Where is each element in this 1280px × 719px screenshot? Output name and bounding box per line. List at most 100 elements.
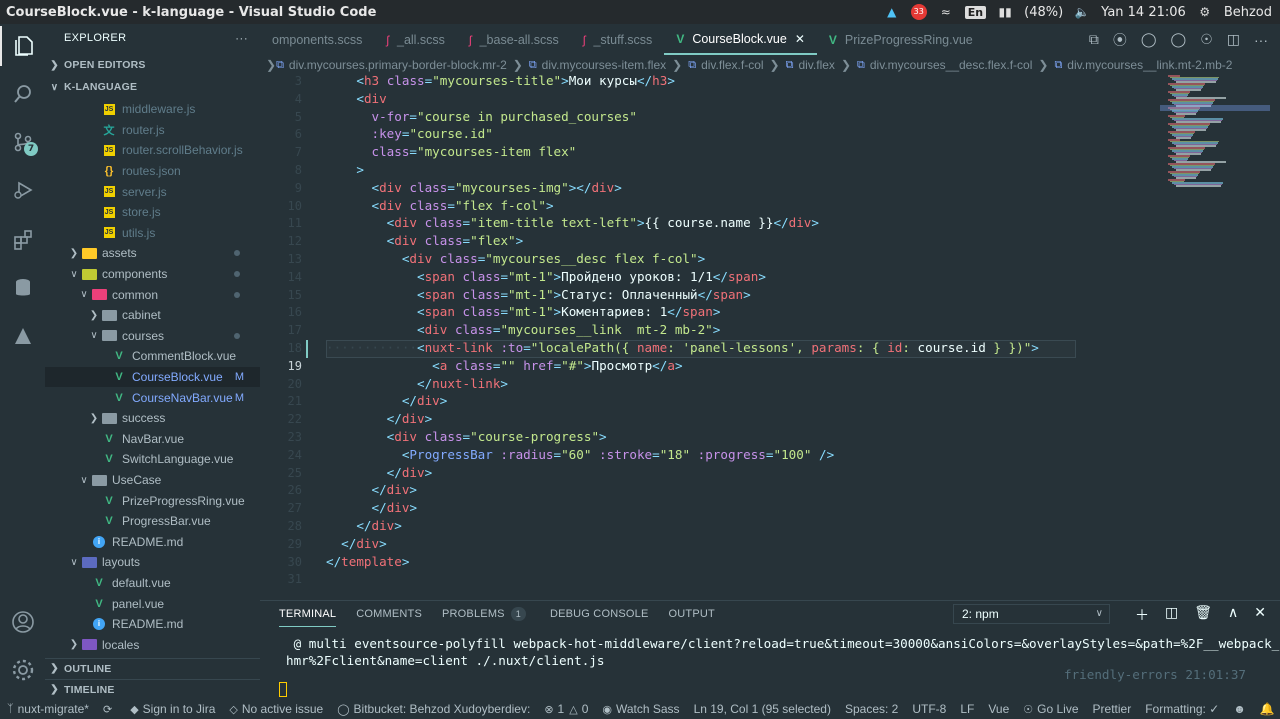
user-name[interactable]: Behzod (1224, 5, 1272, 20)
tree-file[interactable]: JS utils.js (45, 223, 260, 244)
code-editor[interactable]: 3 <h3 class="mycourses-title">Мои курсы<… (260, 73, 1160, 598)
cursor-position[interactable]: Ln 19, Col 1 (95 selected) (687, 699, 838, 719)
run-debug-icon[interactable] (0, 170, 45, 210)
search-icon[interactable] (0, 74, 45, 114)
indentation[interactable]: Spaces: 2 (838, 699, 905, 719)
encoding[interactable]: UTF-8 (905, 699, 953, 719)
source-control-icon[interactable]: 7 (0, 122, 45, 162)
language-mode[interactable]: Vue (981, 699, 1016, 719)
tab-terminal[interactable]: TERMINAL (279, 601, 337, 627)
volume-icon[interactable]: 🔈 (1073, 4, 1091, 20)
live-share-icon[interactable]: ⦿ (1113, 30, 1127, 50)
tree-file[interactable]: V SwitchLanguage.vue (45, 449, 260, 470)
tab-output[interactable]: OUTPUT (669, 601, 715, 627)
gear-icon[interactable]: ⚙ (1196, 4, 1214, 20)
more-icon[interactable]: ··· (1254, 32, 1268, 48)
minimap[interactable] (1160, 75, 1270, 600)
feedback-icon[interactable]: ☻ (1226, 699, 1253, 719)
tree-file[interactable]: Vdefault.vue (45, 573, 260, 594)
settings-gear-icon[interactable] (0, 650, 45, 690)
tree-file[interactable]: V CourseNavBar.vue M (45, 387, 260, 408)
keyboard-language[interactable]: En (964, 5, 987, 19)
explorer-icon[interactable] (0, 26, 45, 66)
notification-icon[interactable]: 33 (910, 4, 927, 20)
outline-section[interactable]: ❯ OUTLINE (45, 658, 260, 678)
extensions-icon[interactable] (0, 220, 45, 260)
clock[interactable]: Yan 14 21:06 (1101, 5, 1186, 20)
sync-button[interactable]: ⟳ (96, 699, 123, 719)
editor-tab[interactable]: ʃ _base-all.scss (457, 24, 571, 55)
tree-file[interactable]: V ProgressBar.vue (45, 511, 260, 532)
terminal-select[interactable]: 2: npm ∨ (953, 604, 1110, 624)
editor-tab[interactable]: ʃ _stuff.scss (571, 24, 665, 55)
next-change-icon[interactable]: ◯ (1171, 31, 1187, 48)
editor-tab[interactable]: ʃ _all.scss (374, 24, 457, 55)
branch-status[interactable]: ᛉ nuxt-migrate* (0, 699, 96, 719)
git-lens-icon[interactable]: ☉ (1200, 31, 1213, 48)
prettier-status[interactable]: Prettier (1086, 699, 1139, 719)
problems-status[interactable]: ⊗ 1 △ 0 (537, 699, 595, 719)
line-ending[interactable]: LF (953, 699, 981, 719)
bitbucket-status[interactable]: ◯ Bitbucket: Behzod Xudoyberdiev: (330, 699, 537, 719)
tree-file[interactable]: Vpanel.vue (45, 593, 260, 614)
project-section[interactable]: ∨ K-LANGUAGE (45, 77, 260, 97)
editor-tab[interactable]: omponents.scss (260, 24, 374, 55)
breadcrumb-item[interactable]: ⧉ div.mycourses.primary-border-block.mr-2… (276, 58, 529, 72)
tree-file[interactable]: V CourseBlock.vue M (45, 366, 260, 388)
tree-file[interactable]: JS store.js (45, 202, 260, 223)
tree-folder[interactable]: ∨ UseCase (45, 470, 260, 491)
tree-file[interactable]: JS server.js (45, 181, 260, 202)
database-icon[interactable] (0, 268, 45, 308)
tree-folder[interactable]: ❯ assets (45, 243, 260, 264)
network-activity-icon[interactable]: ▲ (883, 4, 901, 20)
wifi-icon[interactable]: ≈ (937, 4, 955, 20)
open-editors-section[interactable]: ❯ OPEN EDITORS (45, 55, 260, 75)
tab-problems[interactable]: PROBLEMS 1 (442, 601, 526, 627)
formatting-status[interactable]: Formatting: ✓ (1138, 699, 1226, 719)
issue-status[interactable]: ◇ No active issue (222, 699, 330, 719)
editor-tab[interactable]: V PrizeProgressRing.vue (817, 24, 985, 55)
breadcrumb-item[interactable]: ⧉ div.flex.f-col ❯ (688, 58, 785, 72)
tree-folder[interactable]: ∨ components (45, 264, 260, 285)
tree-file[interactable]: ⽂ router.js (45, 120, 260, 141)
timeline-section[interactable]: ❯ TIMELINE (45, 679, 260, 699)
battery-icon[interactable]: ▮▮ (996, 4, 1014, 20)
tree-folder[interactable]: ❯ locales (45, 635, 260, 656)
tab-comments[interactable]: COMMENTS (356, 601, 422, 627)
tree-folder[interactable]: ∨ layouts (45, 552, 260, 573)
split-terminal-icon[interactable]: ◫ (1165, 605, 1178, 625)
trash-icon[interactable]: 🗑 (1194, 605, 1212, 625)
terminal-output[interactable]: @ multi eventsource-polyfill webpack-hot… (286, 635, 1279, 669)
breadcrumb-item[interactable]: ⧉ div.flex ❯ (786, 58, 857, 72)
jira-status[interactable]: ◆ Sign in to Jira (123, 699, 222, 719)
tree-folder[interactable]: ❯ cabinet (45, 305, 260, 326)
tree-file[interactable]: i README.md (45, 532, 260, 553)
close-icon[interactable]: ✕ (795, 32, 805, 46)
tree-folder[interactable]: ❯ success (45, 408, 260, 429)
breadcrumb-item[interactable]: ⧉ div.mycourses-item.flex ❯ (529, 58, 688, 72)
editor-tab[interactable]: V CourseBlock.vue ✕ (664, 24, 817, 55)
more-actions-icon[interactable]: ··· (235, 31, 248, 45)
tree-file[interactable]: JS middleware.js (45, 99, 260, 120)
go-live-status[interactable]: ☉ Go Live (1016, 699, 1085, 719)
tree-folder[interactable]: ∨ common (45, 284, 260, 305)
breadcrumb-item[interactable]: ⧉ div.mycourses__desc.flex.f-col ❯ (857, 58, 1054, 72)
compare-icon[interactable]: ⧉ (1089, 31, 1099, 48)
tree-file[interactable]: V NavBar.vue (45, 429, 260, 450)
minimap-viewport[interactable] (1160, 105, 1270, 111)
new-terminal-icon[interactable]: ＋ (1135, 605, 1149, 625)
watch-sass-status[interactable]: ◉ Watch Sass (595, 699, 686, 719)
tree-file[interactable]: {} routes.json (45, 161, 260, 182)
breadcrumb-item[interactable]: ⧉ div.mycourses__link.mt-2.mb-2 (1054, 58, 1232, 72)
tree-file[interactable]: JS router.scrollBehavior.js (45, 140, 260, 161)
deploy-icon[interactable] (0, 316, 45, 356)
tab-debug-console[interactable]: DEBUG CONSOLE (550, 601, 649, 627)
split-editor-icon[interactable]: ◫ (1227, 31, 1240, 48)
tree-file[interactable]: i README.md (45, 614, 260, 635)
previous-change-icon[interactable]: ◯ (1141, 31, 1157, 48)
tree-folder[interactable]: ∨ courses (45, 326, 260, 347)
bell-icon[interactable]: 🔔 (1253, 699, 1280, 719)
close-panel-icon[interactable]: ✕ (1254, 605, 1266, 625)
maximize-panel-icon[interactable]: ∧ (1228, 605, 1238, 625)
tree-file[interactable]: V CommentBlock.vue (45, 346, 260, 367)
